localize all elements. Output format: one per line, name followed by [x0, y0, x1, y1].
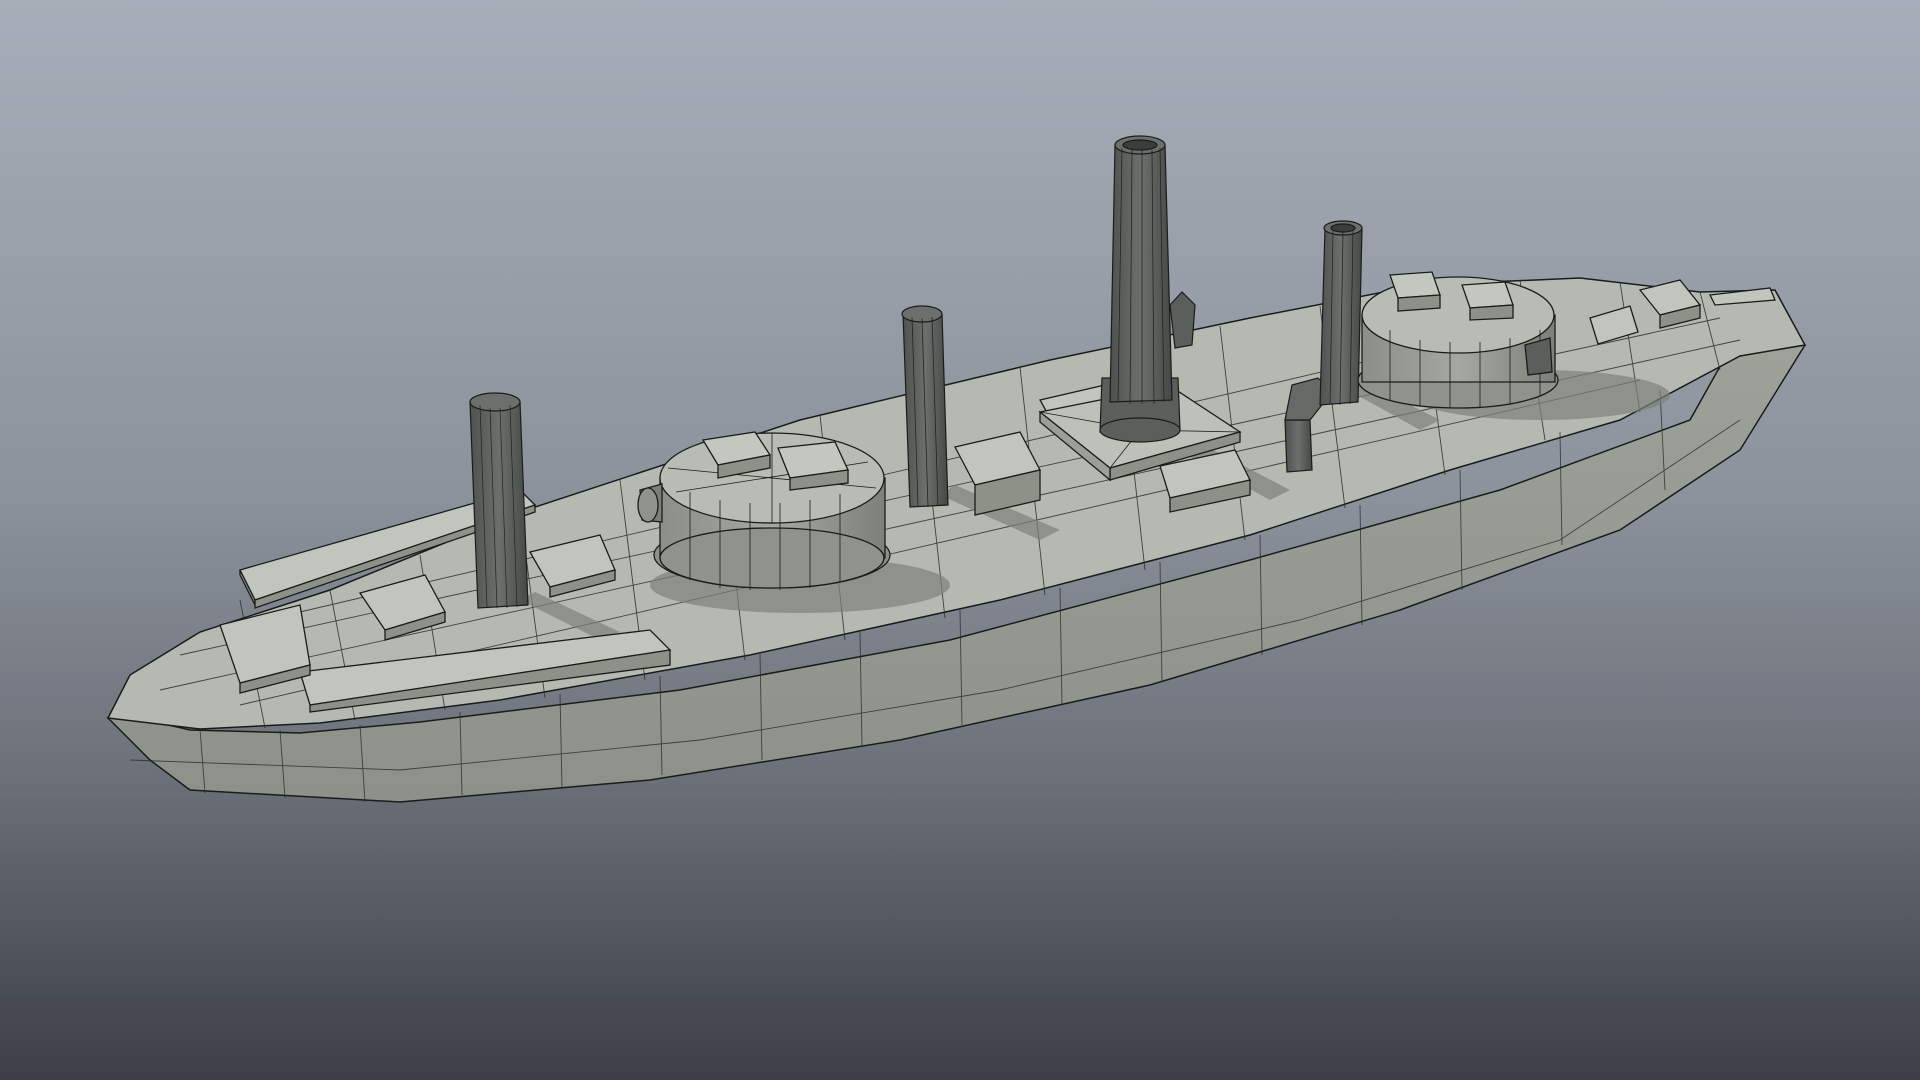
3d-viewport[interactable]	[0, 0, 1920, 1080]
turret-aft	[1357, 271, 1559, 409]
smokestack-2	[901, 305, 949, 508]
turret-forward	[637, 431, 891, 590]
smokestack-aft	[1319, 220, 1363, 406]
ship-model-render	[106, 135, 1807, 803]
smokestack-1	[469, 392, 529, 609]
